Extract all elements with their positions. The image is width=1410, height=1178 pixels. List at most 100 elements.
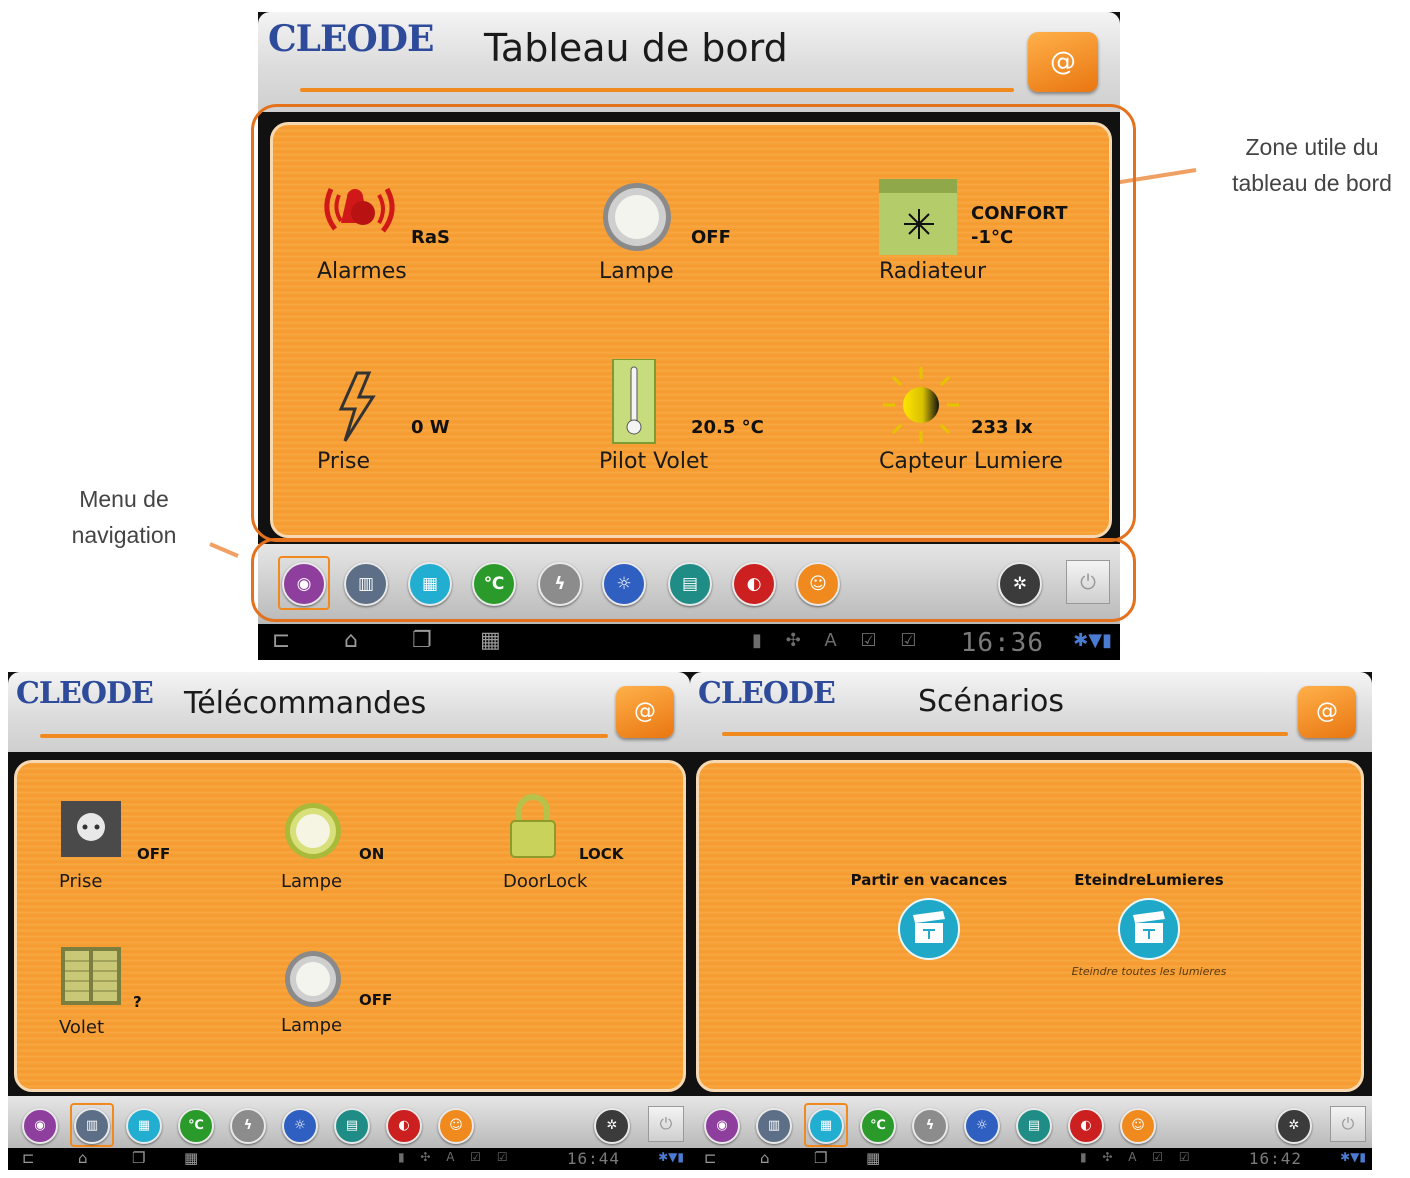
remotes-panel: OFF Prise ON Lampe LOCK DoorLock ? Volet… xyxy=(14,760,686,1092)
dashboard-eye-icon: ◉ xyxy=(34,1118,46,1133)
recent-apps-icon[interactable]: ❐ xyxy=(132,1149,145,1167)
nav-remotes-button[interactable]: ▥ xyxy=(756,1108,792,1144)
nav-scenarios-button[interactable]: ▦ xyxy=(808,1108,844,1144)
system-clock: 16:42 xyxy=(1248,1149,1302,1168)
notification-icons: ▮ ✣ A ☑ ☑ xyxy=(398,1150,508,1164)
lamp-off-icon xyxy=(285,951,341,1007)
scenario-name: Partir en vacances xyxy=(850,871,1008,889)
remote-prise[interactable]: OFF Prise xyxy=(59,801,239,901)
power-button[interactable]: ⏻ xyxy=(1330,1106,1366,1142)
device-state: LOCK xyxy=(579,845,624,863)
power-icon: ⏻ xyxy=(1341,1114,1355,1133)
page-title: Télécommandes xyxy=(184,686,427,721)
signal-battery-icons: ✱▼▮ xyxy=(1340,1150,1366,1164)
nav-presence-button[interactable]: ☺ xyxy=(438,1108,474,1144)
nav-energy-button[interactable]: ϟ xyxy=(230,1108,266,1144)
settings-gears-icon: ✲ xyxy=(1288,1118,1300,1133)
app-grid-icon[interactable]: ▦ xyxy=(480,628,501,653)
device-state: OFF xyxy=(359,991,393,1009)
dashboard-header: CLEODE Tableau de bord @ xyxy=(258,12,1120,112)
home-button[interactable]: @ xyxy=(616,686,674,738)
app-grid-icon[interactable]: ▦ xyxy=(184,1149,198,1167)
menu-callout-line1: Menu de xyxy=(79,486,169,512)
app-grid-icon[interactable]: ▦ xyxy=(866,1149,880,1167)
android-system-bar: ⊏ ⌂ ❐ ▦ ▮ ✣ A ☑ ☑ 16:42 ✱▼▮ xyxy=(690,1148,1372,1170)
menu-pointer-line xyxy=(209,542,239,558)
power-icon: ⏻ xyxy=(659,1114,673,1133)
system-clock: 16:36 xyxy=(960,628,1044,658)
energy-bolt-icon: ϟ xyxy=(925,1118,935,1133)
page-title: Tableau de bord xyxy=(484,26,788,70)
useful-zone-outline xyxy=(251,104,1136,542)
home-nav-icon[interactable]: ⌂ xyxy=(344,628,358,653)
remote-lampe-off[interactable]: OFF Lampe xyxy=(281,949,461,1049)
scenario-clapper-icon: ▦ xyxy=(819,1118,833,1133)
device-label: Prise xyxy=(59,871,103,892)
menu-callout: Menu de navigation xyxy=(44,482,204,553)
nav-remotes-button[interactable]: ▥ xyxy=(74,1108,110,1144)
power-button[interactable]: ⏻ xyxy=(648,1106,684,1142)
nav-alarms-button[interactable]: ◐ xyxy=(1068,1108,1104,1144)
title-underline xyxy=(722,732,1288,736)
presence-person-icon: ☺ xyxy=(1131,1118,1145,1133)
scenarios-panel: Partir en vacances EteindreLumieres Etei… xyxy=(696,760,1364,1092)
nav-shutters-button[interactable]: ▤ xyxy=(1016,1108,1052,1144)
nav-lighting-button[interactable]: ☼ xyxy=(282,1108,318,1144)
home-button[interactable]: @ xyxy=(1028,32,1098,92)
energy-bolt-icon: ϟ xyxy=(243,1118,253,1133)
nav-alarms-button[interactable]: ◐ xyxy=(386,1108,422,1144)
scenario-name: EteindreLumieres xyxy=(1074,871,1224,889)
home-nav-icon[interactable]: ⌂ xyxy=(760,1149,770,1167)
presence-person-icon: ☺ xyxy=(449,1118,463,1133)
nav-temperature-button[interactable]: ℃ xyxy=(178,1108,214,1144)
page-title: Scénarios xyxy=(918,684,1065,719)
title-underline xyxy=(40,734,608,738)
nav-dashboard-button[interactable]: ◉ xyxy=(22,1108,58,1144)
device-label: Volet xyxy=(59,1017,105,1038)
scenario-eteindre-lumieres[interactable]: EteindreLumieres Eteindre toutes les lum… xyxy=(1059,871,1239,978)
nav-settings-button[interactable]: ✲ xyxy=(594,1108,630,1144)
nav-lighting-button[interactable]: ☼ xyxy=(964,1108,1000,1144)
shutter-window-icon xyxy=(61,947,121,1005)
alarm-icon: ◐ xyxy=(1080,1118,1092,1133)
back-icon[interactable]: ⊏ xyxy=(22,1149,35,1167)
remote-volet[interactable]: ? Volet xyxy=(59,947,239,1047)
house-at-icon: @ xyxy=(634,699,656,724)
nav-temperature-button[interactable]: ℃ xyxy=(860,1108,896,1144)
zone-callout-line2: tableau de bord xyxy=(1232,169,1392,196)
light-bulb-icon: ☼ xyxy=(976,1118,988,1133)
recent-apps-icon[interactable]: ❐ xyxy=(814,1149,827,1167)
thermometer-icon: ℃ xyxy=(188,1118,204,1133)
back-icon[interactable]: ⊏ xyxy=(272,628,290,653)
android-system-bar: ⊏ ⌂ ❐ ▦ ▮ ✣ A ☑ ☑ 16:36 ✱▼▮ xyxy=(258,624,1120,660)
remote-doorlock[interactable]: LOCK DoorLock xyxy=(503,793,673,903)
navigation-menu: ◉ ▥ ▦ ℃ ϟ ☼ ▤ ◐ ☺ ✲ ⏻ xyxy=(690,1096,1372,1148)
device-label: DoorLock xyxy=(503,871,588,892)
scenario-clapper-icon: ▦ xyxy=(137,1118,151,1133)
scenarios-header: CLEODE Scénarios @ xyxy=(690,672,1372,752)
nav-scenarios-button[interactable]: ▦ xyxy=(126,1108,162,1144)
cleode-logo: CLEODE xyxy=(268,18,434,60)
home-nav-icon[interactable]: ⌂ xyxy=(78,1149,88,1167)
notification-icons: ▮ ✣ A ☑ ☑ xyxy=(1080,1150,1190,1164)
back-icon[interactable]: ⊏ xyxy=(704,1149,717,1167)
nav-shutters-button[interactable]: ▤ xyxy=(334,1108,370,1144)
device-label: Lampe xyxy=(281,871,343,892)
nav-energy-button[interactable]: ϟ xyxy=(912,1108,948,1144)
nav-dashboard-button[interactable]: ◉ xyxy=(704,1108,740,1144)
clapper-icon xyxy=(1118,898,1180,960)
remote-lampe-on[interactable]: ON Lampe xyxy=(281,801,461,901)
socket-icon xyxy=(61,801,121,857)
light-bulb-icon: ☼ xyxy=(294,1118,306,1133)
lamp-on-icon xyxy=(285,803,341,859)
remote-control-icon: ▥ xyxy=(85,1118,99,1133)
thermometer-icon: ℃ xyxy=(870,1118,886,1133)
nav-presence-button[interactable]: ☺ xyxy=(1120,1108,1156,1144)
clapper-icon xyxy=(898,898,960,960)
home-button[interactable]: @ xyxy=(1298,686,1356,738)
nav-settings-button[interactable]: ✲ xyxy=(1276,1108,1312,1144)
dashboard-eye-icon: ◉ xyxy=(716,1118,728,1133)
recent-apps-icon[interactable]: ❐ xyxy=(412,628,432,653)
alarm-icon: ◐ xyxy=(398,1118,410,1133)
scenario-partir-en-vacances[interactable]: Partir en vacances xyxy=(839,871,1019,965)
